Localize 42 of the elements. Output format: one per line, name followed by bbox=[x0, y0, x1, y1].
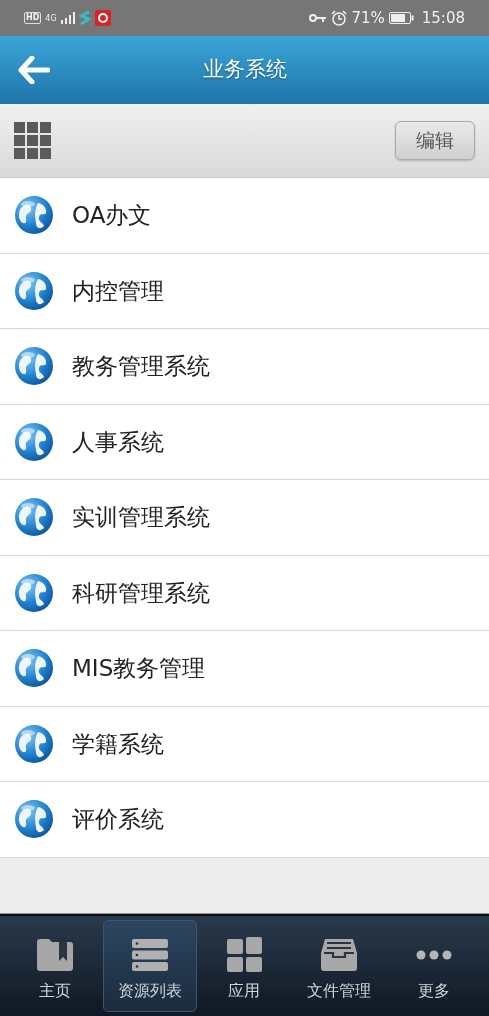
globe-icon bbox=[14, 346, 54, 387]
edit-button[interactable]: 编辑 bbox=[395, 121, 475, 160]
globe-icon bbox=[14, 270, 54, 311]
more-icon bbox=[415, 949, 452, 960]
globe-icon bbox=[14, 799, 54, 840]
globe-icon bbox=[14, 648, 54, 689]
back-arrow-icon[interactable] bbox=[18, 56, 50, 84]
alarm-icon bbox=[331, 10, 348, 26]
nav-tab[interactable]: 主页 bbox=[8, 919, 103, 1012]
key-icon bbox=[309, 13, 328, 23]
globe-icon bbox=[14, 195, 54, 236]
system-name: 评价系统 bbox=[72, 805, 164, 834]
globe-icon bbox=[14, 497, 54, 538]
system-name: 人事系统 bbox=[72, 427, 164, 457]
system-name: MIS教务管理 bbox=[72, 654, 206, 683]
signal-icon bbox=[60, 12, 75, 24]
nav-tab[interactable]: 文件管理 bbox=[291, 919, 387, 1012]
system-name: 科研管理系统 bbox=[72, 578, 210, 608]
nav-tab[interactable]: 应用 bbox=[197, 919, 292, 1012]
file-tray-icon bbox=[321, 938, 358, 971]
system-name: OA办文 bbox=[72, 201, 152, 230]
grid-icon[interactable] bbox=[14, 122, 51, 159]
app-notification-icon bbox=[94, 10, 111, 26]
page-title: 业务系统 bbox=[202, 56, 287, 84]
network-type: 4G bbox=[45, 13, 57, 23]
system-name: 内控管理 bbox=[72, 276, 164, 306]
system-name: 教务管理系统 bbox=[72, 352, 210, 381]
folder-icon bbox=[37, 938, 74, 971]
nav-tab[interactable]: 资源列表 bbox=[102, 919, 198, 1012]
apps-grid-icon bbox=[227, 937, 262, 972]
system-name: 实训管理系统 bbox=[72, 503, 210, 532]
nav-tab[interactable]: 更多 bbox=[386, 919, 481, 1012]
list-icon bbox=[131, 938, 168, 971]
hd-indicator: HD bbox=[24, 12, 42, 24]
app-notification-icon bbox=[78, 11, 91, 25]
clock: 15:08 bbox=[421, 7, 465, 29]
battery-icon bbox=[388, 12, 414, 24]
system-name: 学籍系统 bbox=[72, 729, 164, 759]
globe-icon bbox=[14, 723, 54, 764]
battery-percent: 71% bbox=[351, 7, 385, 29]
globe-icon bbox=[14, 572, 54, 613]
globe-icon bbox=[14, 421, 54, 462]
